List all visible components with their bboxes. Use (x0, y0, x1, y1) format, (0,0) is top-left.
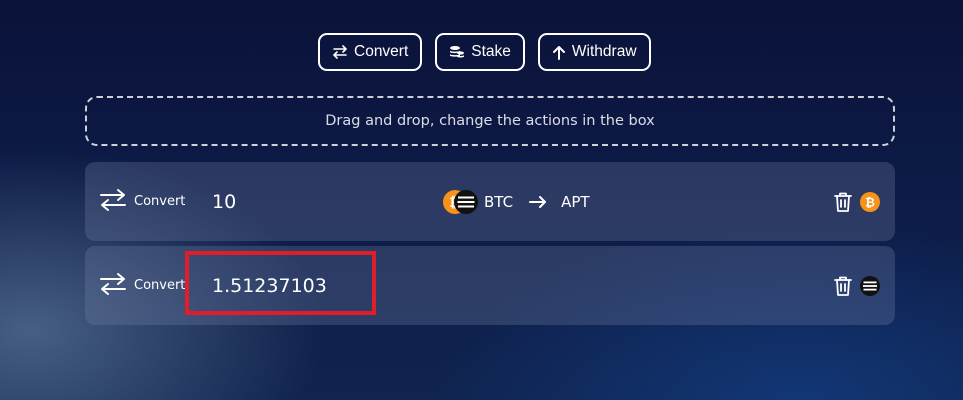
row-type: Convert (98, 162, 185, 241)
amount-value[interactable]: 10 (212, 162, 236, 241)
stake-button-label: Stake (471, 43, 511, 60)
to-token: APT (561, 192, 590, 211)
trash-icon[interactable] (834, 192, 852, 212)
conversion-pair[interactable]: ₿ BTC APT (443, 162, 590, 241)
withdraw-button-label: Withdraw (571, 43, 637, 60)
swap-arrows-icon (98, 187, 128, 217)
highlight-annotation-box (185, 251, 376, 315)
arrow-up-icon (552, 45, 566, 60)
apt-coin-icon (860, 275, 880, 296)
withdraw-button[interactable]: Withdraw (537, 33, 651, 71)
action-toolbar: Convert Stake Withdraw (318, 33, 651, 71)
stake-button[interactable]: Stake (435, 33, 525, 71)
svg-text:₿: ₿ (865, 195, 875, 209)
trash-icon[interactable] (834, 276, 852, 296)
row-tools (834, 246, 880, 325)
action-row-convert-btc[interactable]: Convert 10 ₿ BTC APT (85, 162, 895, 241)
convert-button-label: Convert (354, 43, 409, 60)
row-type: Convert (98, 246, 185, 325)
swap-arrows-icon (98, 271, 128, 301)
action-drop-zone[interactable]: Drag and drop, change the actions in the… (85, 96, 895, 146)
coin-pair-icon: ₿ (443, 189, 479, 214)
row-type-label: Convert (134, 194, 186, 209)
swap-arrows-icon (332, 45, 348, 59)
row-tools: ₿ (834, 162, 880, 241)
drop-zone-hint: Drag and drop, change the actions in the… (325, 113, 655, 129)
convert-button[interactable]: Convert (318, 33, 423, 71)
row-type-label: Convert (134, 278, 186, 293)
apt-coin-icon (454, 189, 478, 214)
from-token: BTC (484, 192, 514, 211)
coins-stack-icon (449, 44, 465, 60)
btc-coin-icon: ₿ (860, 191, 880, 212)
arrow-right-icon (529, 195, 547, 208)
